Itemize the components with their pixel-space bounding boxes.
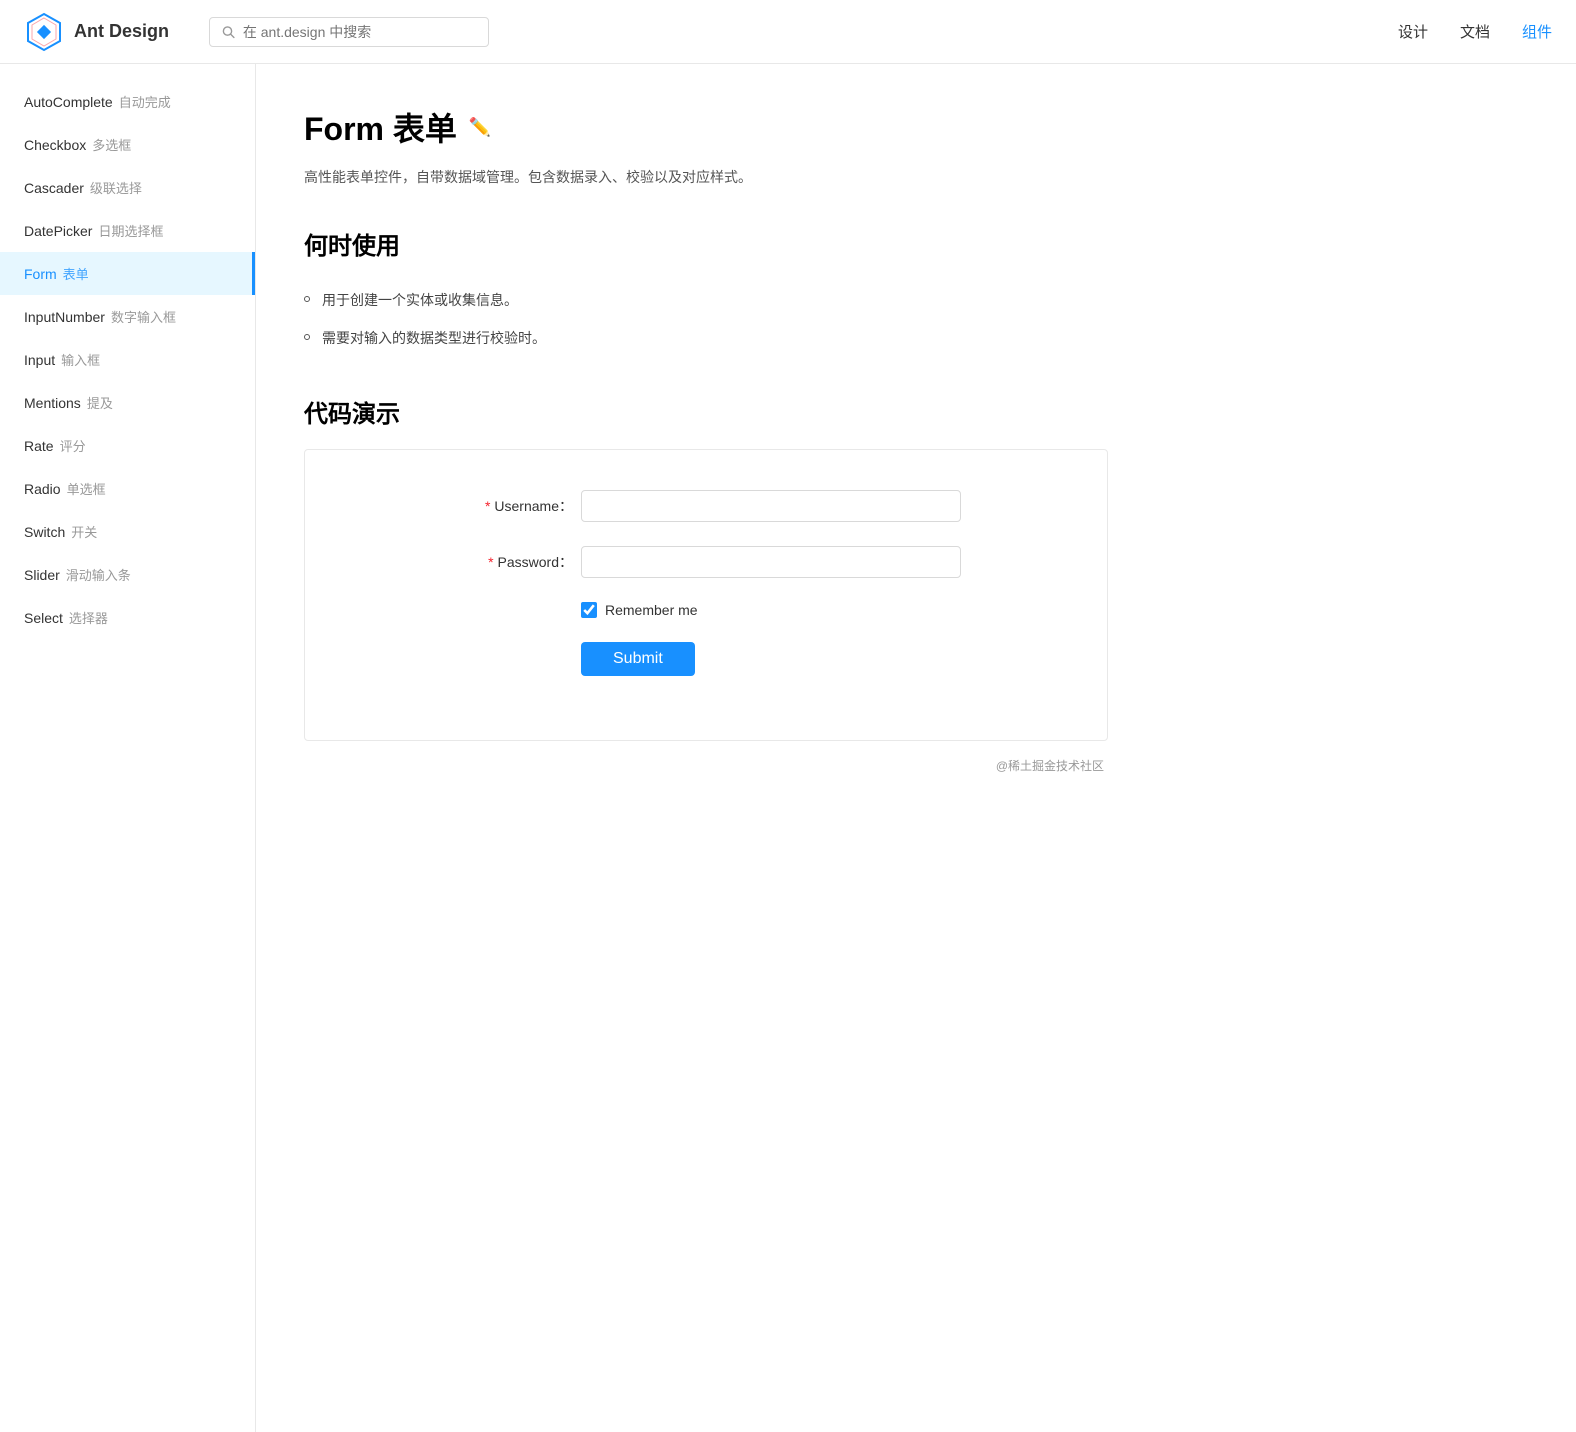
- search-icon: [222, 25, 235, 39]
- sidebar-item-slider[interactable]: Slider 滑动输入条: [0, 553, 255, 596]
- sidebar-item-input[interactable]: Input 输入框: [0, 338, 255, 381]
- username-field-wrapper: [581, 490, 961, 522]
- username-input[interactable]: [581, 490, 961, 522]
- bullet-dot-icon: [304, 334, 310, 340]
- sidebar-item-select[interactable]: Select 选择器: [0, 596, 255, 639]
- required-star-username: *: [485, 498, 490, 514]
- page-description: 高性能表单控件，自带数据域管理。包含数据录入、校验以及对应样式。: [304, 166, 1108, 190]
- username-row: * Username：: [329, 490, 1083, 522]
- username-label: * Username：: [451, 496, 581, 516]
- submit-wrapper: Submit: [581, 642, 961, 676]
- page-title-row: Form 表单 ✏️: [304, 104, 1108, 150]
- checkbox-row: Remember me: [581, 602, 961, 618]
- main-content: Form 表单 ✏️ 高性能表单控件，自带数据域管理。包含数据录入、校验以及对应…: [256, 64, 1156, 1432]
- sidebar-item-radio[interactable]: Radio 单选框: [0, 467, 255, 510]
- when-to-use-title: 何时使用: [304, 226, 1108, 261]
- sidebar-item-cascader[interactable]: Cascader 级联选择: [0, 166, 255, 209]
- sidebar-item-mentions[interactable]: Mentions 提及: [0, 381, 255, 424]
- remember-me-checkbox[interactable]: [581, 602, 597, 618]
- nav-links: 设计 文档 组件: [1398, 21, 1552, 42]
- list-item: 需要对输入的数据类型进行校验时。: [304, 319, 1108, 357]
- search-input[interactable]: [243, 24, 476, 40]
- remember-me-row: Remember me: [329, 602, 1083, 618]
- password-label: * Password：: [451, 552, 581, 572]
- sidebar-item-autocomplete[interactable]: AutoComplete 自动完成: [0, 80, 255, 123]
- header: Ant Design 设计 文档 组件: [0, 0, 1576, 64]
- sidebar-item-inputnumber[interactable]: InputNumber 数字输入框: [0, 295, 255, 338]
- layout: AutoComplete 自动完成 Checkbox 多选框 Cascader …: [0, 64, 1576, 1432]
- nav-design[interactable]: 设计: [1398, 21, 1428, 42]
- sidebar-item-checkbox[interactable]: Checkbox 多选框: [0, 123, 255, 166]
- demo-card: * Username： * Password：: [304, 449, 1108, 741]
- bullet-dot-icon: [304, 296, 310, 302]
- ant-design-logo-icon: [24, 12, 64, 52]
- search-box[interactable]: [209, 17, 489, 47]
- sidebar: AutoComplete 自动完成 Checkbox 多选框 Cascader …: [0, 64, 256, 1432]
- sidebar-item-switch[interactable]: Switch 开关: [0, 510, 255, 553]
- submit-row: Submit: [329, 642, 1083, 676]
- demo-section-title: 代码演示: [304, 394, 1108, 429]
- sidebar-item-form[interactable]: Form 表单: [0, 252, 255, 295]
- form-container: * Username： * Password：: [329, 490, 1083, 676]
- list-item: 用于创建一个实体或收集信息。: [304, 281, 1108, 319]
- password-field-wrapper: [581, 546, 961, 578]
- required-star-password: *: [488, 554, 493, 570]
- nav-docs[interactable]: 文档: [1460, 21, 1490, 42]
- submit-button[interactable]: Submit: [581, 642, 695, 676]
- password-input[interactable]: [581, 546, 961, 578]
- watermark: @稀土掘金技术社区: [304, 757, 1108, 774]
- bullet-list: 用于创建一个实体或收集信息。 需要对输入的数据类型进行校验时。: [304, 281, 1108, 358]
- sidebar-item-rate[interactable]: Rate 评分: [0, 424, 255, 467]
- remember-me-label[interactable]: Remember me: [605, 602, 698, 618]
- edit-icon[interactable]: ✏️: [469, 117, 491, 138]
- password-row: * Password：: [329, 546, 1083, 578]
- nav-components[interactable]: 组件: [1522, 21, 1552, 42]
- logo-area: Ant Design: [24, 12, 169, 52]
- page-title: Form 表单: [304, 104, 457, 150]
- logo-text: Ant Design: [74, 21, 169, 42]
- remember-me-wrapper: Remember me: [581, 602, 961, 618]
- sidebar-item-datepicker[interactable]: DatePicker 日期选择框: [0, 209, 255, 252]
